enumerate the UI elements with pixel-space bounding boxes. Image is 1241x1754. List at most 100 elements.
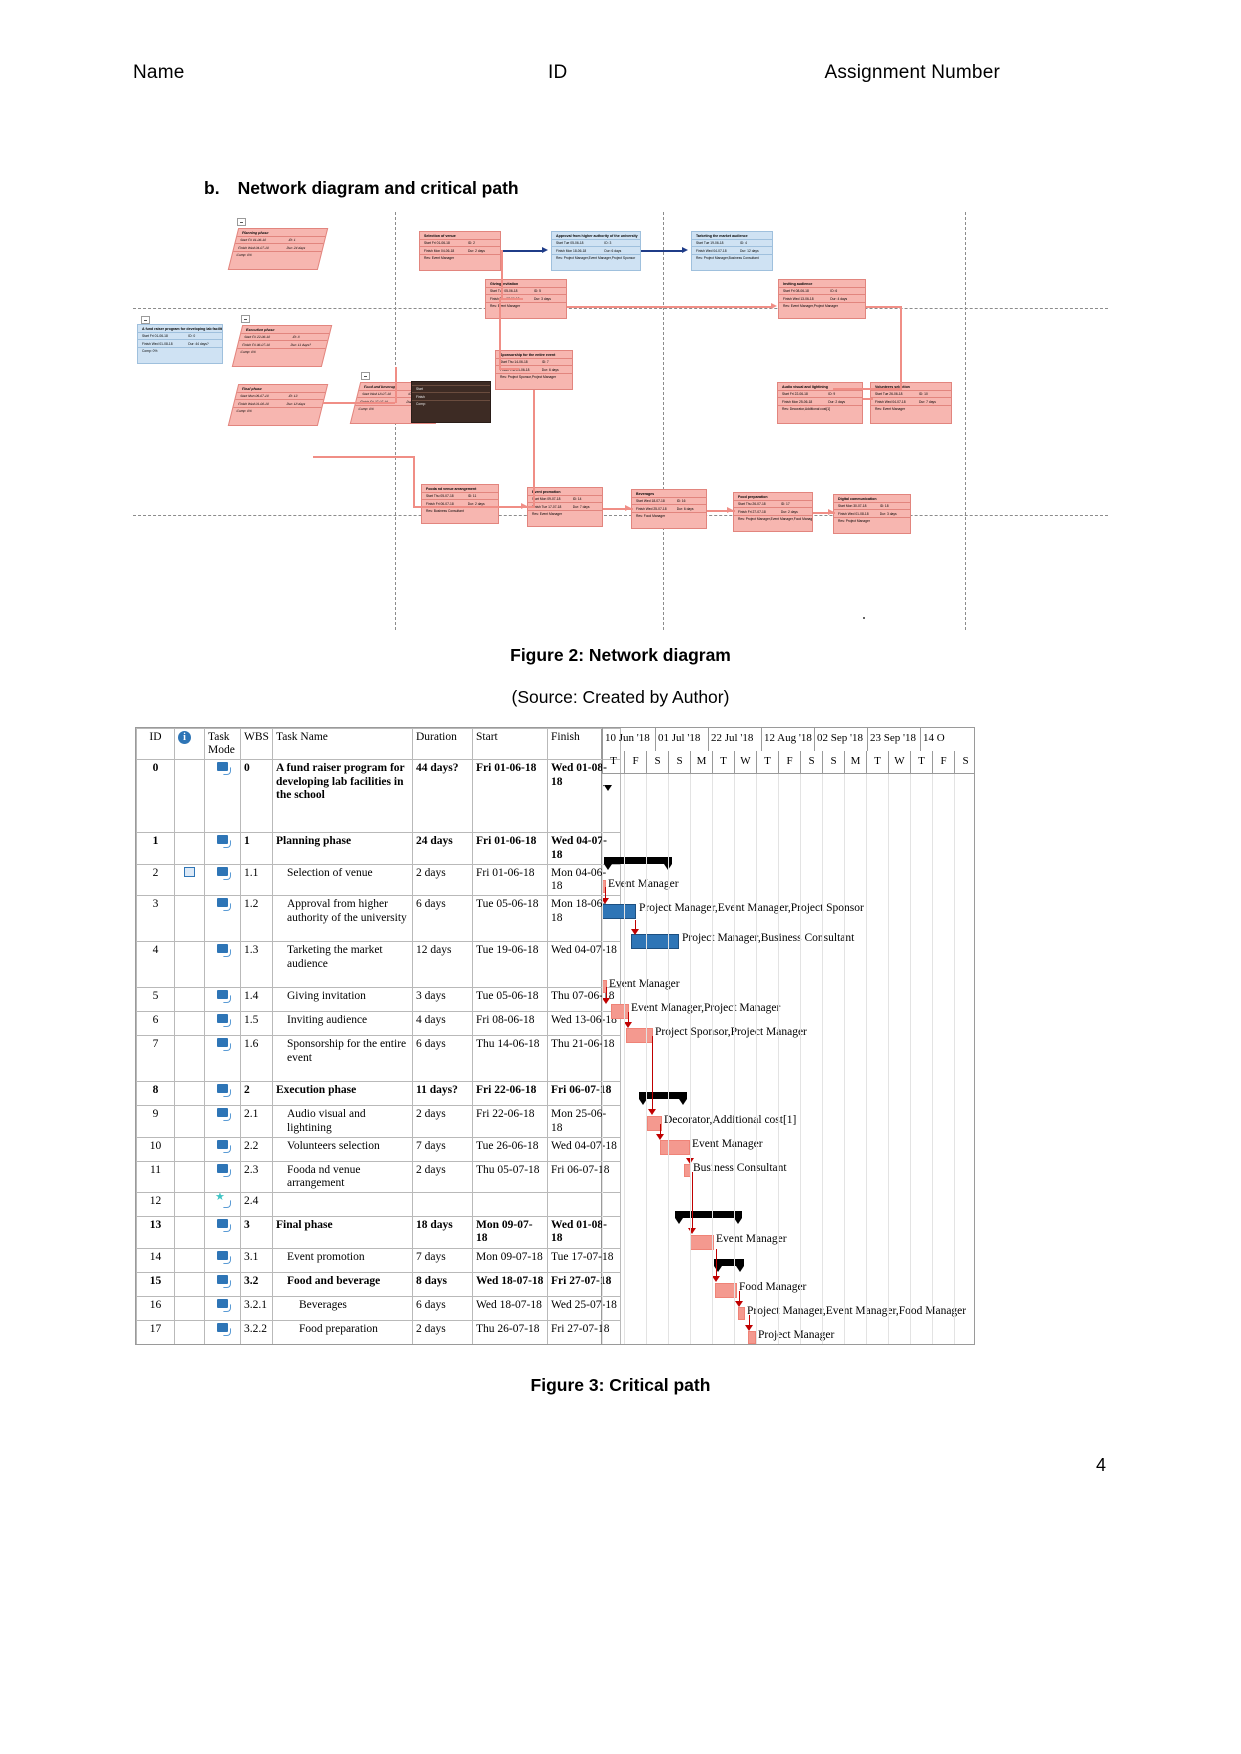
table-row[interactable]: 2 1.1 Selection of venue 2 days Fri 01-06-18… [136,863,621,897]
cell-id[interactable]: 6 [136,1011,175,1037]
cell-start[interactable]: Mon 09-07-18 [472,1247,548,1273]
cell-task-mode[interactable] [204,1192,241,1218]
cell-task-mode[interactable] [204,759,241,834]
cell-id[interactable]: 0 [136,759,175,834]
note-icon[interactable] [184,866,195,877]
column-header-task-mode[interactable]: Task Mode [204,728,241,761]
cell-id[interactable]: 11 [136,1160,175,1194]
cell-start[interactable]: Fri 08-06-18 [472,1011,548,1037]
cell-duration[interactable]: 44 days? [412,759,473,834]
cell-task-name[interactable]: Planning phase [272,832,413,865]
cell-wbs[interactable]: 2.3 [240,1160,273,1194]
cell-duration[interactable]: 12 days [412,941,473,989]
summary-bar-planning[interactable] [604,857,672,870]
cell-id[interactable]: 16 [136,1295,175,1321]
cell-duration[interactable]: 8 days [412,1271,473,1297]
cell-id[interactable]: 14 [136,1247,175,1273]
gantt-bars-area[interactable]: Event Manager Project Manager,Event Mana… [602,774,974,1344]
collapse-toggle-final[interactable] [361,372,370,380]
cell-wbs[interactable]: 3.1 [240,1247,273,1273]
cell-start[interactable]: Wed 18-07-18 [472,1295,548,1321]
cell-wbs[interactable]: 0 [240,759,273,834]
cell-duration[interactable]: 24 days [412,832,473,865]
auto-schedule-icon[interactable] [217,1084,231,1098]
table-row[interactable]: 4 1.3 Tarketing the market audience 12 days… [136,941,621,989]
cell-wbs[interactable]: 2.1 [240,1105,273,1138]
cell-start[interactable]: Tue 26-06-18 [472,1136,548,1162]
table-row[interactable]: 8 2 Execution phase 11 days? Fri 22-06-18 Fri… [136,1081,621,1107]
table-row[interactable]: 16 3.2.1 Beverages 6 days Wed 18-07-18 Wed 25… [136,1295,621,1321]
cell-task-mode[interactable] [204,1319,241,1344]
cell-task-name[interactable]: Event promotion [272,1247,413,1273]
table-row[interactable]: 13 3 Final phase 18 days Mon 09-07-18 Wed 01-… [136,1216,621,1249]
cell-task-name[interactable]: Giving invitation [272,987,413,1013]
network-node-milestone[interactable]: Start Finish Comp: [411,381,491,423]
cell-wbs[interactable]: 1 [240,832,273,865]
network-node-beverages[interactable]: Beverages Start Wed 18-07-18 ID: 16 Finis… [631,489,707,529]
auto-schedule-icon[interactable] [217,1250,231,1264]
cell-indicator[interactable] [174,1105,205,1138]
auto-schedule-icon[interactable] [217,1038,231,1052]
table-row[interactable]: 122.4 [136,1192,621,1218]
gantt-timeline[interactable]: 10 Jun '18 01 Jul '18 22 Jul '18 12 Aug '18… [602,728,974,1344]
cell-duration[interactable]: 6 days [412,895,473,943]
cell-indicator[interactable] [174,1295,205,1321]
cell-wbs[interactable]: 1.2 [240,895,273,943]
cell-start[interactable]: Mon 30-07-18 [472,1343,548,1344]
cell-task-name[interactable]: Food and beverage [272,1271,413,1297]
network-node-sponsorship[interactable]: Sponsorship for the entire event Start T… [495,350,573,390]
auto-schedule-icon[interactable] [217,1322,231,1336]
cell-start[interactable]: Mon 09-07-18 [472,1216,548,1249]
cell-wbs[interactable]: 1.3 [240,941,273,989]
cell-start[interactable]: Tue 05-06-18 [472,987,548,1013]
cell-indicator[interactable] [174,1011,205,1037]
cell-duration[interactable]: 4 days [412,1011,473,1037]
cell-indicator[interactable] [174,895,205,943]
column-header-duration[interactable]: Duration [412,728,473,761]
cell-wbs[interactable]: 1.4 [240,987,273,1013]
cell-indicator[interactable] [174,1216,205,1249]
cell-id[interactable]: 17 [136,1319,175,1344]
cell-start[interactable]: Wed 18-07-18 [472,1271,548,1297]
collapse-toggle-fundraiser[interactable] [141,316,150,324]
column-header-indicator[interactable]: i [174,728,205,761]
table-row[interactable]: 10 2.2 Volunteers selection 7 days Tue 26-06… [136,1136,621,1162]
cell-id[interactable]: 12 [136,1192,175,1218]
cell-indicator[interactable] [174,941,205,989]
cell-start[interactable]: Thu 26-07-18 [472,1319,548,1344]
cell-task-mode[interactable] [204,1136,241,1162]
cell-indicator[interactable] [174,1160,205,1194]
cell-duration[interactable]: 7 days [412,1247,473,1273]
cell-id[interactable]: 2 [136,863,175,897]
table-row[interactable]: 7 1.6 Sponsorship for the entire event 6 da… [136,1035,621,1083]
cell-wbs[interactable]: 3.2 [240,1271,273,1297]
cell-id[interactable]: 9 [136,1105,175,1138]
cell-id[interactable]: 7 [136,1035,175,1083]
column-header-id[interactable]: ID [136,728,175,761]
cell-start[interactable]: Fri 01-06-18 [472,832,548,865]
network-node-inviting-audience[interactable]: Inviting audience Start Fri 08-06-18 ID: … [778,279,866,319]
bar-digital-comm[interactable] [748,1331,756,1344]
cell-task-name[interactable]: Beverages [272,1295,413,1321]
column-header-task-name[interactable]: Task Name [272,728,413,761]
cell-wbs[interactable]: 3.2.2 [240,1319,273,1344]
auto-schedule-icon[interactable] [217,1219,231,1233]
cell-task-name[interactable]: Approval from higher authority of the un… [272,895,413,943]
bar-approval-higher[interactable] [602,904,636,919]
cell-task-mode[interactable] [204,1105,241,1138]
cell-start[interactable]: Fri 22-06-18 [472,1081,548,1107]
bar-sponsorship[interactable] [626,1028,653,1043]
cell-indicator[interactable] [174,1271,205,1297]
table-row[interactable]: 17 3.2.2 Food preparation 2 days Thu 26-07-1… [136,1319,621,1344]
cell-task-mode[interactable] [204,832,241,865]
cell-task-name[interactable]: Digital communication [272,1343,413,1344]
cell-task-name[interactable]: Execution phase [272,1081,413,1107]
cell-duration[interactable] [412,1192,473,1218]
cell-task-name[interactable]: Tarketing the market audience [272,941,413,989]
auto-schedule-icon[interactable] [217,990,231,1004]
cell-id[interactable]: 4 [136,941,175,989]
cell-duration[interactable]: 3 days [412,987,473,1013]
cell-task-mode[interactable] [204,1247,241,1273]
gantt-chart[interactable]: ID i Task Mode WBS Task Name Duration St… [135,727,975,1345]
cell-wbs[interactable]: 1.6 [240,1035,273,1083]
